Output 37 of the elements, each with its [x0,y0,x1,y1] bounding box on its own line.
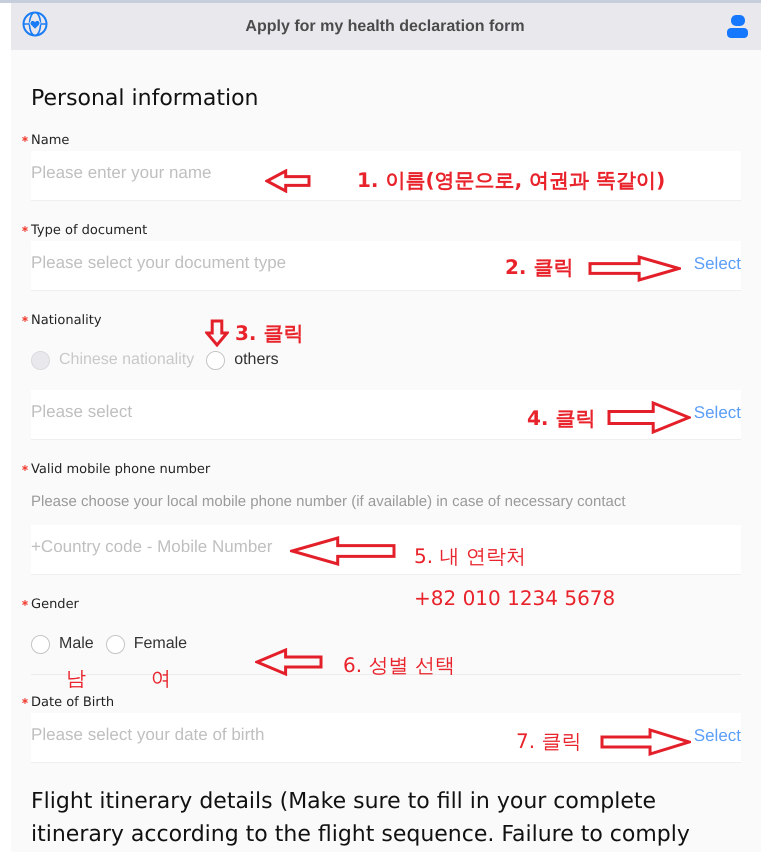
user-icon[interactable] [727,15,748,38]
left-arrow-icon [290,536,396,566]
annotation-text: 2. 클릭 [505,254,574,280]
annotation-text: 7. 클릭 [516,728,582,754]
annotation-text: 1. 이름(영문으로, 여권과 똑같이) [357,167,666,193]
hint-text: Please choose your local mobile phone number (if available) in case of necessary contact [31,492,626,512]
placeholder-text: Please select [31,402,132,422]
radio-option[interactable]: others [206,350,279,370]
field-label: Name [31,132,70,150]
right-arrow-icon [588,255,681,282]
placeholder-text: Please select your date of birth [31,725,264,745]
select-button[interactable]: Select [694,254,741,274]
field-label: Nationality [31,312,102,330]
radio-option[interactable]: Male [31,634,94,654]
page-title: Apply for my health declaration form [245,18,525,36]
annotation-text: 6. 성별 선택 [343,652,455,678]
select-button[interactable]: Select [694,403,741,423]
annotation-text: 여 [151,665,171,691]
annotation-text: 3. 클릭 [235,320,304,346]
down-arrow-icon [205,319,229,347]
right-arrow-icon [600,728,691,756]
field-label: Gender [31,596,79,614]
field-label: Date of Birth [31,694,114,712]
field-label: Valid mobile phone number [31,461,210,479]
left-arrow-icon [255,648,323,676]
section-title: Personal information [31,86,260,112]
annotation-text: +82 010 1234 5678 [414,585,616,611]
radio-option[interactable]: Female [106,634,188,654]
right-arrow-icon [607,401,691,434]
field-label: Type of document [31,222,148,240]
annotation-text: 5. 내 연락처 [414,543,526,569]
annotation-text: 남 [66,665,86,691]
annotation-text: 4. 클릭 [527,405,596,431]
placeholder-text: Please select your document type [31,253,286,273]
left-arrow-icon [265,169,311,193]
select-button[interactable]: Select [694,726,741,746]
section-title: Flight itinerary details (Make sure to fill in your complete itinerary according to the flight sequence. Failure to comply [31,788,691,849]
